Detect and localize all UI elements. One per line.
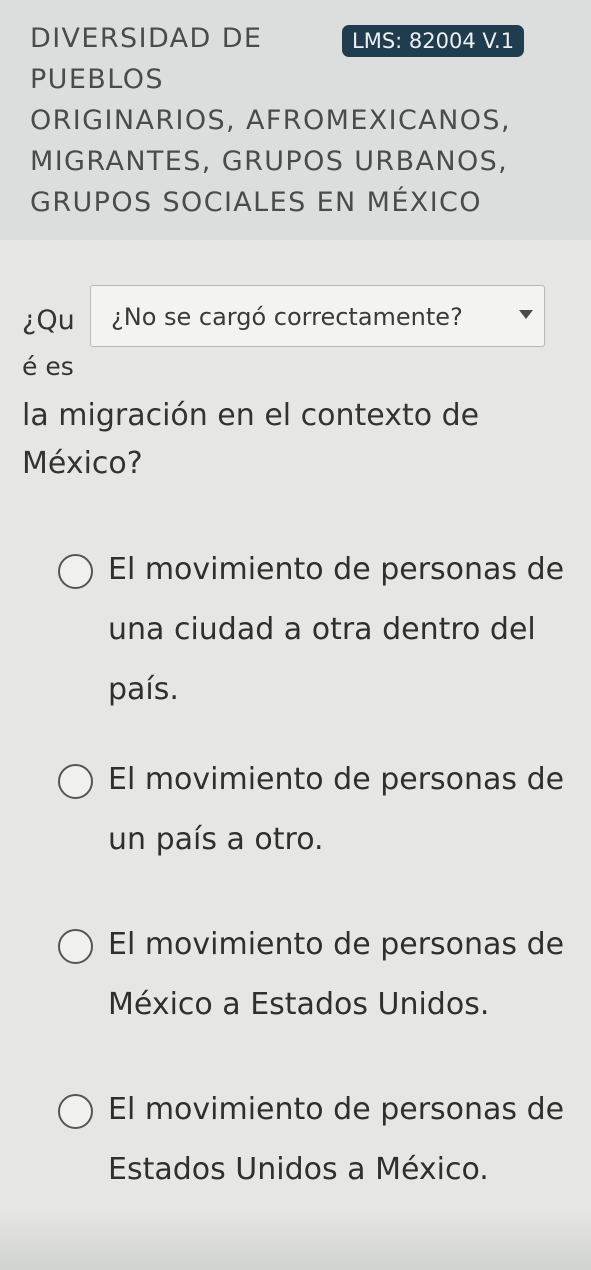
radio-button[interactable] — [58, 554, 93, 589]
answer-option-text: El movimiento de personas de México a Es… — [108, 927, 565, 1022]
lms-badge: LMS: 82004 V.1 — [342, 25, 525, 57]
question-text: la migración en el contexto de México? — [22, 398, 480, 481]
radio-button[interactable] — [58, 1094, 93, 1129]
radio-button[interactable] — [58, 764, 93, 799]
radio-button[interactable] — [58, 929, 93, 964]
answer-option-3[interactable]: El movimiento de personas de México a Es… — [58, 915, 568, 1035]
answer-option-2[interactable]: El movimiento de personas de un país a o… — [58, 750, 568, 870]
caret-down-icon[interactable] — [519, 310, 533, 319]
load-error-tooltip[interactable]: ¿No se cargó correctamente? — [90, 285, 545, 347]
course-title-line: ORIGINARIOS, AFROMEXICANOS, — [30, 105, 511, 136]
answer-option-4[interactable]: El movimiento de personas de Estados Uni… — [58, 1080, 568, 1200]
course-header: DIVERSIDAD DE PUEBLOS ORIGINARIOS, AFROM… — [0, 0, 591, 240]
answer-option-1[interactable]: El movimiento de personas de una ciudad … — [58, 540, 568, 720]
course-title-line: PUEBLOS — [30, 64, 164, 95]
tooltip-label: ¿No se cargó correctamente? — [111, 303, 463, 331]
question-text-wrap: é es — [22, 352, 74, 381]
answer-option-text: El movimiento de personas de un país a o… — [108, 762, 565, 857]
course-title-line: MIGRANTES, GRUPOS URBANOS, — [30, 146, 509, 177]
bottom-shadow — [0, 1210, 591, 1270]
question-area: ¿Qu é es la migración en el contexto de … — [0, 240, 591, 1270]
answer-option-text: El movimiento de personas de una ciudad … — [108, 552, 565, 707]
course-title-line: GRUPOS SOCIALES EN MÉXICO — [30, 187, 482, 218]
answer-option-text: El movimiento de personas de Estados Uni… — [108, 1092, 565, 1187]
question-text-start: ¿Qu — [22, 305, 75, 336]
